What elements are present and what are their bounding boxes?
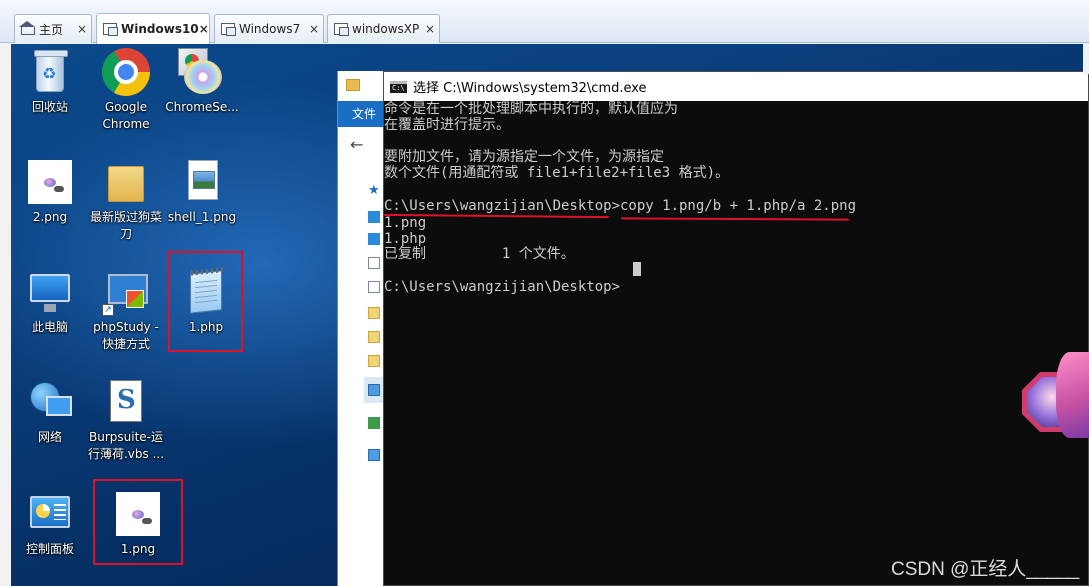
documents-nav-icon[interactable] [368, 257, 380, 269]
watermark: CSDN @正经人_____ [891, 559, 1080, 580]
console-line: C:\Users\wangzijian\Desktop>copy 1.png/b… [384, 198, 857, 214]
close-icon[interactable] [421, 22, 439, 36]
close-icon[interactable] [73, 22, 91, 36]
console-line: 要附加文件，请为源指定一个文件，为源指定 [384, 149, 664, 165]
tab-windows7[interactable]: Windows7 [214, 14, 324, 43]
quick-access-star-icon[interactable]: ★ [368, 184, 380, 197]
console-line: C:\Users\wangzijian\Desktop> [384, 279, 621, 295]
network-nav-icon[interactable] [368, 449, 380, 461]
back-arrow-icon[interactable]: ← [350, 135, 363, 154]
desktop-nav-icon[interactable] [368, 211, 380, 223]
avatar-character [1056, 352, 1089, 438]
desktop-icon-chrome-setup[interactable]: ChromeSe... [163, 48, 241, 116]
network-icon [26, 378, 74, 426]
pictures-nav-icon[interactable] [368, 281, 380, 293]
tab-windows10[interactable]: Windows10 [96, 13, 210, 44]
desktop-icon-1php[interactable]: 1.php [167, 268, 245, 336]
desktop-icon-label: 1.php [188, 320, 224, 334]
desktop-icon-label: 回收站 [31, 100, 68, 114]
folder-nav-icon[interactable] [368, 331, 380, 343]
close-icon[interactable] [305, 22, 323, 36]
desktop-icon-label: Google Chrome [102, 100, 150, 131]
onedrive-nav-icon[interactable] [368, 417, 380, 429]
cmd-titlebar[interactable]: C:\ 选择 C:\Windows\system32\cmd.exe [384, 72, 1088, 101]
home-icon [19, 21, 35, 35]
folder-icon [346, 79, 360, 91]
desktop-icon-folder[interactable]: 最新版过狗菜刀 [87, 158, 165, 243]
desktop-icon-this-pc[interactable]: 此电脑 [11, 268, 89, 336]
notepad-icon [182, 268, 230, 316]
desktop-icon-label: 网络 [37, 430, 62, 444]
tab-home-label: 主页 [39, 22, 64, 37]
console-line: 已复制 1 个文件。 [384, 246, 575, 262]
desktop-icon-label: 1.png [120, 542, 156, 556]
desktop-icon-label: phpStudy - 快捷方式 [93, 320, 159, 351]
desktop-icon-2png[interactable]: 2.png [11, 158, 89, 226]
vm-right-border [1083, 44, 1089, 74]
text-cursor [633, 262, 641, 276]
vm-tab-bar: 主页 Windows10 Windows7 windowsXP [0, 0, 1089, 44]
shortcut-arrow-icon: ↗ [102, 304, 114, 316]
folder-nav-icon[interactable] [368, 355, 380, 367]
installer-cd-icon [178, 48, 226, 96]
this-pc-nav-icon[interactable] [368, 384, 380, 396]
console-line: 在覆盖时进行提示。 [384, 117, 510, 133]
desktop-icon-label: ChromeSe... [165, 100, 239, 114]
cmd-console[interactable]: 命令是在一个批处理脚本中执行的，默认值应为 在覆盖时进行提示。 要附加文件，请为… [383, 101, 1088, 585]
folder-nav-icon[interactable] [368, 307, 380, 319]
console-line: 数个文件(用通配符或 file1+file2+file3 格式)。 [384, 165, 730, 181]
desktop-icon-chrome[interactable]: Google Chrome [87, 48, 165, 133]
desktop-icon-label: 2.png [32, 210, 68, 224]
desktop-icon-phpstudy[interactable]: ↗ phpStudy - 快捷方式 [87, 268, 165, 353]
vm-icon [221, 23, 236, 36]
desktop-icon-network[interactable]: 网络 [11, 378, 89, 446]
cmd-window[interactable]: C:\ 选择 C:\Windows\system32\cmd.exe 命令是在一… [383, 71, 1089, 586]
desktop-icon-control-panel[interactable]: 控制面板 [11, 490, 89, 558]
desktop-icon-shell[interactable]: shell_1.png [163, 158, 241, 226]
console-line: 命令是在一个批处理脚本中执行的，默认值应为 [384, 101, 678, 117]
vm-icon [103, 23, 118, 36]
chrome-icon [102, 48, 150, 96]
desktop-icon-label: shell_1.png [167, 210, 237, 224]
computer-icon [26, 268, 74, 316]
tab-windowsxp[interactable]: windowsXP [327, 14, 440, 43]
floating-avatar-widget[interactable] [1022, 352, 1089, 438]
tab-windows10-label: Windows10 [121, 22, 199, 36]
cmd-prompt-icon: C:\ [390, 80, 407, 93]
recycle-bin-icon [26, 48, 74, 96]
desktop-icon-label: 此电脑 [31, 320, 68, 334]
explorer-file-tab[interactable]: 文件 [338, 101, 388, 127]
desktop-icon-recycle-bin[interactable]: 回收站 [11, 48, 89, 116]
vm-icon [334, 23, 349, 36]
tab-windows7-label: Windows7 [239, 22, 301, 36]
console-line: 1.png [384, 215, 427, 231]
desktop-icon-label: Burpsuite-运行薄荷.vbs ... [87, 430, 165, 461]
close-icon[interactable] [199, 22, 209, 36]
tab-windowsxp-label: windowsXP [352, 22, 420, 36]
control-panel-icon [26, 490, 74, 538]
desktop-icon-1png[interactable]: 1.png [99, 490, 177, 558]
downloads-nav-icon[interactable] [368, 233, 380, 245]
cmd-title: 选择 C:\Windows\system32\cmd.exe [413, 81, 647, 96]
image-file-icon [178, 158, 226, 206]
red-underline-annotation [620, 217, 850, 221]
folder-icon [102, 158, 150, 206]
vm-left-border [0, 44, 11, 586]
image-thumbnail-icon [114, 490, 162, 538]
desktop-icon-label: 最新版过狗菜刀 [89, 210, 162, 241]
image-thumbnail-icon [26, 158, 74, 206]
script-file-icon [102, 378, 150, 426]
phpstudy-icon: ↗ [102, 268, 150, 316]
tab-home[interactable]: 主页 [14, 14, 92, 43]
desktop-icon-burpsuite[interactable]: Burpsuite-运行薄荷.vbs ... [87, 378, 165, 463]
desktop-icon-label: 控制面板 [25, 542, 74, 556]
console-line: 1.php [384, 231, 427, 247]
